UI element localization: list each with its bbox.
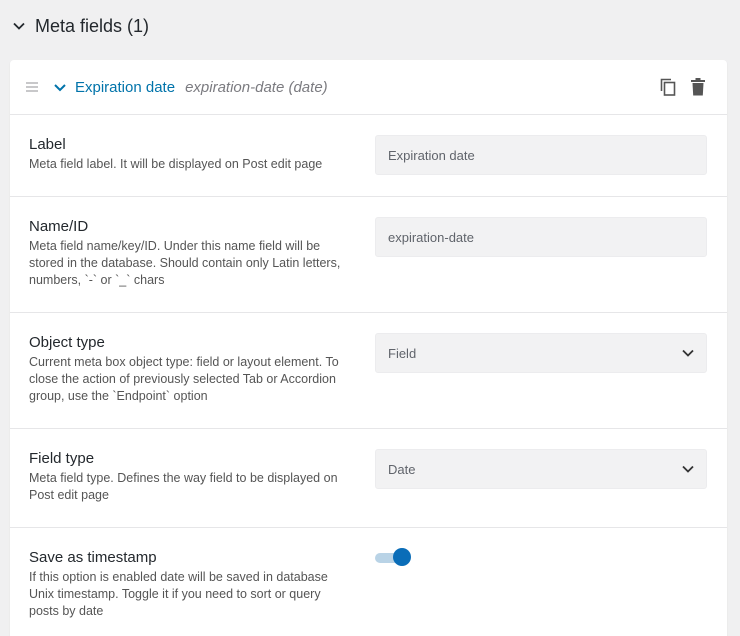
desc-line: Current meta box object type: field or l… — [29, 355, 339, 369]
row-name-id: Name/ID Meta field name/key/ID. Under th… — [10, 197, 727, 313]
drag-handle-icon[interactable] — [25, 81, 39, 93]
name-id-description: Meta field name/key/ID. Under this name … — [29, 238, 359, 289]
desc-line: numbers, `-` or `_` chars — [29, 273, 165, 287]
timestamp-title: Save as timestamp — [29, 549, 157, 566]
collapse-chevron-icon[interactable] — [53, 80, 67, 94]
field-type-value: Date — [388, 461, 416, 477]
desc-line: close the action of previously selected … — [29, 372, 336, 386]
desc-line: stored in the database. Should contain o… — [29, 256, 341, 270]
section-title: Meta fields (1) — [35, 15, 150, 36]
row-label: Label Meta field label. It will be displ… — [10, 115, 727, 197]
toggle-knob — [393, 548, 411, 566]
name-id-input[interactable]: expiration-date — [375, 217, 707, 257]
name-id-title: Name/ID — [29, 218, 89, 235]
meta-field-header[interactable]: Expiration date expiration-date (date) — [10, 60, 727, 115]
field-type-description: Meta field type. Defines the way field t… — [29, 470, 359, 504]
row-field-type: Field type Meta field type. Defines the … — [10, 429, 727, 528]
object-type-value: Field — [388, 345, 417, 361]
timestamp-toggle[interactable] — [375, 548, 411, 568]
select-arrow-icon — [682, 465, 694, 473]
label-description: Meta field label. It will be displayed o… — [29, 157, 323, 171]
field-type-select[interactable]: Date — [375, 449, 707, 489]
row-object-type: Object type Current meta box object type… — [10, 313, 727, 429]
desc-line: group, use the `Endpoint` option — [29, 389, 208, 403]
desc-line: Unix timestamp. Toggle it if you need to… — [29, 587, 321, 601]
header-actions — [659, 77, 707, 97]
desc-line: Post edit page — [29, 488, 109, 502]
trash-icon[interactable] — [689, 77, 707, 97]
desc-line: Meta field type. Defines the way field t… — [29, 471, 338, 485]
copy-icon[interactable] — [659, 77, 677, 97]
object-type-select[interactable]: Field — [375, 333, 707, 373]
chevron-down-icon[interactable] — [12, 19, 26, 33]
field-slug-type: expiration-date (date) — [185, 78, 328, 96]
label-title: Label — [29, 136, 66, 153]
select-arrow-icon — [682, 349, 694, 357]
desc-line: posts by date — [29, 604, 104, 618]
meta-fields-section-header[interactable]: Meta fields (1) — [0, 0, 740, 52]
desc-line: If this option is enabled date will be s… — [29, 570, 328, 584]
object-type-description: Current meta box object type: field or l… — [29, 354, 359, 405]
row-save-timestamp: Save as timestamp If this option is enab… — [10, 528, 727, 636]
object-type-title: Object type — [29, 334, 105, 351]
timestamp-description: If this option is enabled date will be s… — [29, 569, 359, 620]
meta-field-card: Expiration date expiration-date (date) L… — [10, 60, 727, 636]
field-type-title: Field type — [29, 450, 95, 467]
desc-line: Meta field name/key/ID. Under this name … — [29, 239, 321, 253]
field-name[interactable]: Expiration date — [75, 79, 175, 96]
label-input[interactable]: Expiration date — [375, 135, 707, 175]
